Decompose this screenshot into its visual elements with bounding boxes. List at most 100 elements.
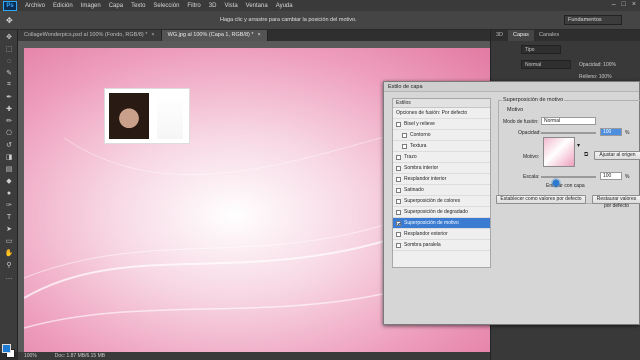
opacity-input[interactable]: 100	[600, 128, 622, 136]
layer-opacity[interactable]: Opacidad: 100%	[579, 62, 616, 68]
style-item[interactable]: Contorno	[393, 130, 490, 141]
styles-list: Estilos Opciones de fusión: Por defecto B…	[392, 98, 491, 268]
style-item[interactable]: Textura	[393, 141, 490, 152]
quick-select-icon[interactable]: ✎	[3, 68, 15, 78]
chevron-down-icon[interactable]: ▾	[577, 142, 580, 149]
style-item[interactable]: Resplandor interior	[393, 174, 490, 185]
shape-icon[interactable]: ▭	[3, 236, 15, 246]
minimize-icon[interactable]: –	[612, 1, 616, 8]
crop-icon[interactable]: ⌗	[3, 80, 15, 90]
set-default-button[interactable]: Establecer como valores por defecto	[496, 195, 586, 204]
style-item[interactable]: Trazo	[393, 152, 490, 163]
pen-icon[interactable]: ✑	[3, 200, 15, 210]
tab-collage[interactable]: CollageWonderpics.psd al 100% (Fondo, RG…	[18, 30, 162, 41]
style-checkbox[interactable]	[396, 176, 401, 182]
menu-archivo[interactable]: Archivo	[21, 3, 49, 9]
style-item[interactable]: Opciones de fusión: Por defecto	[393, 108, 490, 119]
style-item-label: Superposición de degradado	[404, 208, 468, 215]
path-select-icon[interactable]: ➤	[3, 224, 15, 234]
style-item[interactable]: Superposición de motivo	[393, 218, 490, 229]
snap-to-origin-button[interactable]: Ajustar al origen	[594, 151, 640, 160]
foreground-color-swatch[interactable]	[2, 344, 11, 353]
workspace-select[interactable]: Fundamentos	[564, 15, 622, 25]
tab-canales[interactable]: Canales	[534, 30, 564, 41]
style-checkbox[interactable]	[396, 165, 401, 171]
gradient-icon[interactable]: ▤	[3, 164, 15, 174]
style-checkbox[interactable]	[396, 187, 401, 193]
menu-filtro[interactable]: Filtro	[183, 3, 204, 9]
blur-icon[interactable]: ◆	[3, 176, 15, 186]
zoom-level[interactable]: 100%	[24, 353, 37, 359]
blend-mode-label: Modo de fusión:	[503, 119, 539, 125]
menu-3d[interactable]: 3D	[205, 3, 221, 9]
type-icon[interactable]: T	[3, 212, 15, 222]
eraser-icon[interactable]: ◨	[3, 152, 15, 162]
lasso-icon[interactable]: ◌	[3, 56, 15, 66]
style-item[interactable]: Resplandor exterior	[393, 229, 490, 240]
history-brush-icon[interactable]: ↺	[3, 140, 15, 150]
layer-filter-select[interactable]: Tipo	[521, 45, 561, 54]
menu-vista[interactable]: Vista	[220, 3, 241, 9]
scale-input[interactable]: 100	[600, 172, 622, 180]
marquee-icon[interactable]: ⬚	[3, 44, 15, 54]
dodge-icon[interactable]: ●	[3, 188, 15, 198]
menu-ayuda[interactable]: Ayuda	[272, 3, 297, 9]
group-title: Motivo	[506, 107, 525, 113]
portrait-image	[109, 93, 149, 139]
tab-close-icon[interactable]: ×	[258, 30, 261, 41]
menu-ventana[interactable]: Ventana	[242, 3, 272, 9]
style-checkbox[interactable]	[396, 242, 401, 248]
style-checkbox[interactable]	[396, 220, 401, 226]
opacity-label: Opacidad:	[518, 130, 541, 136]
new-preset-icon[interactable]: ⧉	[584, 152, 588, 159]
more-tools-icon[interactable]: …	[3, 272, 15, 282]
tab-3d[interactable]: 3D	[491, 30, 508, 41]
style-checkbox[interactable]	[396, 209, 401, 215]
style-checkbox[interactable]	[396, 121, 401, 127]
brush-icon[interactable]: ✏	[3, 116, 15, 126]
style-item[interactable]: Bisel y relieve	[393, 119, 490, 130]
reset-default-button[interactable]: Restaurar valores por defecto	[592, 195, 640, 209]
style-checkbox[interactable]	[396, 154, 401, 160]
style-item-label: Opciones de fusión: Por defecto	[396, 109, 468, 116]
tab-capas[interactable]: Capas	[508, 30, 534, 41]
pattern-swatch[interactable]	[543, 137, 575, 167]
layer-blend-select[interactable]: Normal	[521, 60, 571, 69]
options-hint: Haga clic y arrastre para cambiar la pos…	[220, 17, 357, 23]
stamp-icon[interactable]: ⎔	[3, 128, 15, 138]
style-checkbox[interactable]	[402, 132, 407, 138]
style-item[interactable]: Satinado	[393, 185, 490, 196]
pattern-label: Motivo:	[523, 154, 540, 160]
doc-size: Doc: 1.87 MB/6.15 MB	[54, 353, 106, 359]
zoom-icon[interactable]: ⚲	[3, 260, 15, 270]
menu-seleccion[interactable]: Selección	[149, 3, 183, 9]
move-icon[interactable]: ✥	[3, 32, 15, 42]
scale-slider[interactable]	[541, 176, 596, 178]
style-item[interactable]: Superposición de degradado	[393, 207, 490, 218]
move-tool-icon[interactable]: ✥	[6, 16, 13, 25]
eyedropper-icon[interactable]: ✒	[3, 92, 15, 102]
style-item[interactable]: Sombra interior	[393, 163, 490, 174]
options-bar: ✥ Haga clic y arrastre para cambiar la p…	[0, 11, 640, 30]
blend-mode-select[interactable]: Normal	[541, 117, 596, 125]
style-checkbox[interactable]	[396, 231, 401, 237]
style-item[interactable]: Superposición de colores	[393, 196, 490, 207]
tab-close-icon[interactable]: ×	[151, 30, 154, 41]
tab-wg[interactable]: WG.jpg al 100% (Capa 1, RGB/8) * ×	[161, 30, 268, 41]
style-checkbox[interactable]	[396, 198, 401, 204]
style-checkbox[interactable]	[402, 143, 407, 149]
hand-icon[interactable]: ✋	[3, 248, 15, 258]
menu-texto[interactable]: Texto	[127, 3, 149, 9]
layer-fill[interactable]: Relleno: 100%	[579, 74, 612, 80]
close-icon[interactable]: ×	[632, 1, 636, 8]
menu-edicion[interactable]: Edición	[49, 3, 77, 9]
style-item-label: Resplandor exterior	[404, 230, 448, 237]
menu-bar: Ps Archivo Edición Imagen Capa Texto Sel…	[0, 0, 640, 11]
maximize-icon[interactable]: □	[622, 1, 626, 8]
menu-imagen[interactable]: Imagen	[77, 3, 105, 9]
photo-thumbnail	[104, 88, 190, 144]
healing-icon[interactable]: ✚	[3, 104, 15, 114]
menu-capa[interactable]: Capa	[105, 3, 127, 9]
style-item[interactable]: Sombra paralela	[393, 240, 490, 251]
opacity-slider[interactable]	[541, 132, 596, 134]
